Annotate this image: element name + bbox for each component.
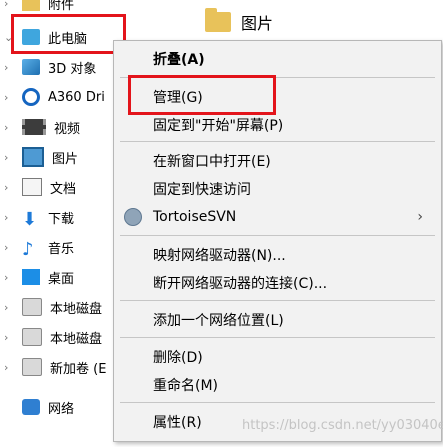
menu-item-label: 属性(R) [153, 415, 202, 431]
menu-item-map-network-drive[interactable]: 映射网络驱动器(N)... [114, 244, 441, 266]
nav-item-label: 下载 [48, 211, 75, 227]
menu-item-disconnect-network-drive[interactable]: 断开网络驱动器的连接(C)... [114, 272, 441, 294]
a360-drive-icon [22, 88, 40, 106]
menu-item-manage[interactable]: 管理(G) [114, 86, 441, 108]
nav-item-label: A360 Dri [48, 89, 105, 105]
chevron-right-icon[interactable]: › [4, 61, 14, 74]
menu-separator [120, 77, 435, 78]
menu-item-label: 断开网络驱动器的连接(C)... [153, 276, 328, 292]
menu-item-tortoisesvn[interactable]: TortoiseSVN › [114, 206, 441, 228]
chevron-right-icon[interactable]: › [4, 211, 14, 224]
menu-separator [120, 402, 435, 403]
chevron-down-icon[interactable]: ⌄ [4, 31, 14, 44]
nav-item-label: 图片 [52, 151, 79, 167]
nav-item-label: 文档 [50, 181, 77, 197]
menu-separator [120, 300, 435, 301]
download-icon: ⬇ [22, 209, 38, 230]
chevron-right-icon[interactable]: › [4, 271, 14, 284]
menu-item-pin-quick-access[interactable]: 固定到快速访问 [114, 178, 441, 200]
content-item-pictures[interactable]: 图片 [205, 8, 274, 34]
submenu-arrow-icon: › [417, 209, 423, 225]
menu-item-label: 固定到"开始"屏幕(P) [153, 118, 284, 134]
chevron-right-icon[interactable]: › [4, 121, 14, 134]
menu-item-label: 管理(G) [153, 90, 203, 106]
nav-item-label: 本地磁盘 [50, 301, 103, 317]
nav-item-label: 网络 [48, 401, 75, 417]
chevron-right-icon[interactable]: › [4, 181, 14, 194]
nav-item-label: 视频 [54, 121, 81, 137]
3d-objects-icon [22, 59, 40, 75]
chevron-right-icon[interactable]: › [4, 361, 14, 374]
chevron-right-icon[interactable]: › [4, 241, 14, 254]
menu-item-open-new-window[interactable]: 在新窗口中打开(E) [114, 150, 441, 172]
nav-item-label: 此电脑 [48, 31, 88, 47]
menu-item-label: TortoiseSVN [153, 209, 237, 225]
menu-item-add-network-location[interactable]: 添加一个网络位置(L) [114, 309, 441, 331]
menu-item-rename[interactable]: 重命名(M) [114, 374, 441, 396]
menu-item-pin-to-start[interactable]: 固定到"开始"屏幕(P) [114, 114, 441, 136]
chevron-right-icon[interactable]: › [4, 331, 14, 344]
context-menu: 折叠(A) 管理(G) 固定到"开始"屏幕(P) 在新窗口中打开(E) 固定到快… [113, 40, 442, 442]
nav-item-attachments[interactable]: › 附件 [0, 0, 155, 18]
nav-item-label: 新加卷 (E [50, 361, 107, 377]
picture-icon [22, 147, 44, 167]
nav-item-label: 音乐 [48, 241, 75, 257]
menu-item-label: 删除(D) [153, 350, 203, 366]
menu-item-label: 在新窗口中打开(E) [153, 154, 271, 170]
menu-separator [120, 141, 435, 142]
chevron-right-icon[interactable]: › [4, 151, 14, 164]
disk-icon [22, 298, 42, 316]
menu-item-collapse[interactable]: 折叠(A) [114, 48, 441, 70]
menu-item-delete[interactable]: 删除(D) [114, 346, 441, 368]
desktop-icon [22, 269, 40, 285]
content-item-label: 图片 [241, 14, 274, 33]
video-icon [22, 119, 46, 135]
nav-item-label: 桌面 [48, 271, 75, 287]
chevron-right-icon[interactable]: › [4, 91, 14, 104]
nav-item-label: 3D 对象 [48, 61, 97, 77]
menu-item-label: 折叠(A) [153, 52, 205, 68]
disk-icon [22, 358, 42, 376]
chevron-right-icon[interactable]: › [4, 0, 14, 10]
nav-item-label: 附件 [48, 0, 75, 13]
menu-item-label: 重命名(M) [153, 378, 219, 394]
menu-item-label: 固定到快速访问 [153, 182, 251, 198]
watermark: https://blog.csdn.net/yy03040evin [242, 418, 443, 433]
disk-icon [22, 328, 42, 346]
folder-icon [22, 0, 40, 11]
computer-icon [22, 29, 40, 45]
menu-separator [120, 235, 435, 236]
tortoisesvn-icon [124, 208, 142, 226]
nav-item-label: 本地磁盘 [50, 331, 103, 347]
document-icon [22, 178, 42, 196]
menu-item-label: 映射网络驱动器(N)... [153, 248, 286, 264]
menu-separator [120, 337, 435, 338]
menu-item-label: 添加一个网络位置(L) [153, 313, 284, 329]
music-icon: ♪ [22, 239, 34, 260]
folder-icon [205, 8, 231, 32]
chevron-right-icon[interactable]: › [4, 301, 14, 314]
network-icon [22, 399, 40, 415]
